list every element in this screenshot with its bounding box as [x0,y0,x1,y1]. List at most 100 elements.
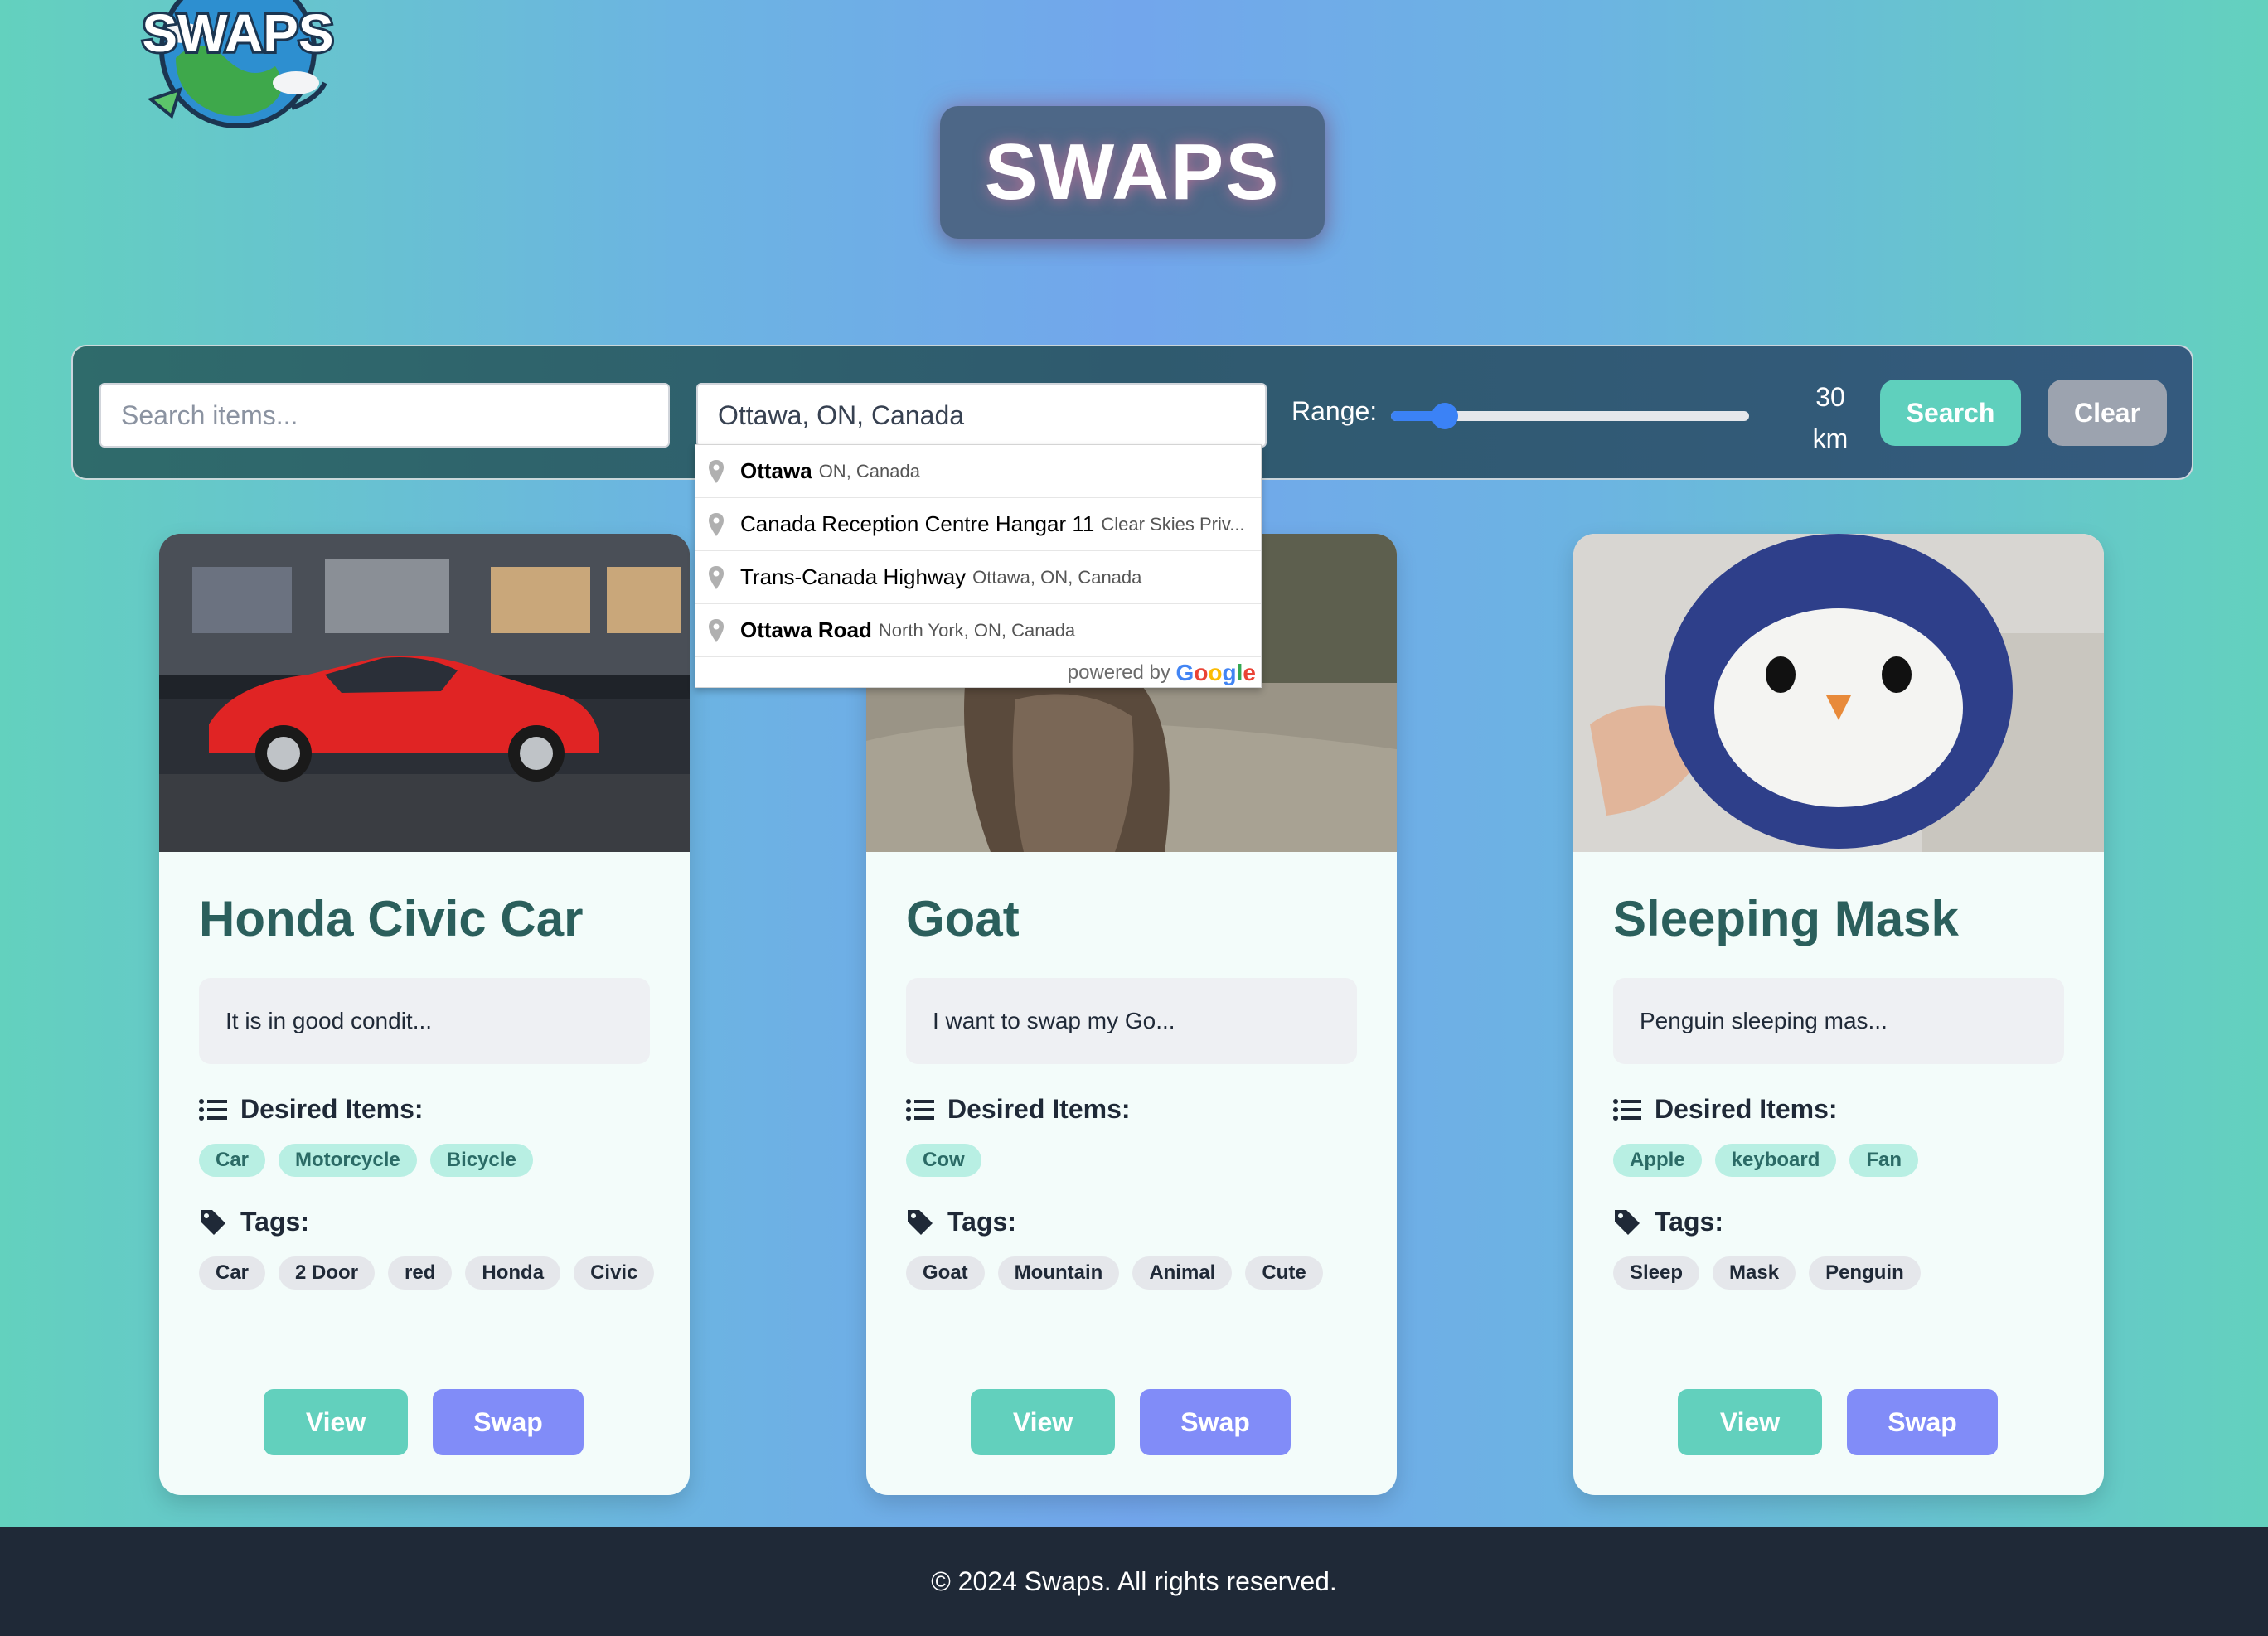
item-description-text: I want to swap my Go... [933,1008,1175,1033]
logo-text: SWAPS [142,3,333,63]
page-title: SWAPS [984,128,1281,216]
autocomplete-item-main: Trans-Canada Highway [740,564,967,589]
tags-label-text: Tags: [1655,1207,1723,1237]
range-value-display: 30 km [1797,376,1863,459]
search-items-input[interactable]: Search items... [99,383,670,448]
range-label: Range: [1292,396,1378,426]
tags-label: Tags: [906,1207,1016,1237]
footer-text: © 2024 Swaps. All rights reserved. [931,1566,1337,1596]
autocomplete-item-main: Ottawa Road [740,617,872,642]
range-unit: km [1812,424,1849,453]
tags-label-text: Tags: [240,1207,309,1237]
powered-by-google: powered by Google [695,657,1261,689]
tag-icon [1615,1209,1640,1235]
desired-item-chip: Cow [906,1144,981,1177]
item-title[interactable]: Honda Civic Car [199,890,583,947]
desired-item-chip: Motorcycle [279,1144,417,1177]
range-slider-thumb[interactable] [1431,403,1458,429]
desired-item-chip: Apple [1613,1144,1702,1177]
swaps-logo[interactable]: SWAPS [126,0,350,137]
list-icon [1613,1098,1641,1121]
tag-chip: Penguin [1809,1256,1921,1290]
autocomplete-item[interactable]: Trans-Canada Highway Ottawa, ON, Canada [695,551,1261,604]
location-input[interactable]: Ottawa, ON, Canada [696,383,1267,448]
tags-list: Sleep Mask Penguin [1613,1256,2077,1290]
tag-chip: Sleep [1613,1256,1700,1290]
tag-chip: Mask [1713,1256,1796,1290]
item-description: It is in good condit... [199,978,650,1064]
item-card: Sleeping Mask Penguin sleeping mas... De… [1573,534,2104,1495]
item-card: Honda Civic Car It is in good condit... … [159,534,690,1495]
list-icon [906,1098,934,1121]
desired-item-chip: Car [199,1144,266,1177]
desired-items-label: Desired Items: [199,1094,424,1125]
map-pin-icon [709,459,724,483]
autocomplete-item-secondary: Ottawa, ON, Canada [972,566,1142,588]
desired-items-label: Desired Items: [906,1094,1131,1125]
item-photo[interactable] [159,534,690,852]
desired-item-chip: Bicycle [429,1144,533,1177]
map-pin-icon [709,512,724,536]
desired-items-list: Apple keyboard Fan [1613,1144,2077,1177]
tag-chip: 2 Door [279,1256,376,1290]
tag-icon [201,1209,225,1235]
swap-button[interactable]: Swap [1140,1389,1291,1455]
location-value: Ottawa, ON, Canada [718,399,965,430]
car-photo [159,534,690,852]
view-button[interactable]: View [971,1389,1115,1455]
autocomplete-item-main: Canada Reception Centre Hangar 11 [740,511,1095,536]
desired-items-label-text: Desired Items: [947,1094,1131,1124]
google-logo: Google [1175,660,1256,685]
desired-item-chip: keyboard [1714,1144,1837,1177]
powered-by-text: powered by [1067,661,1170,684]
item-photo[interactable] [1573,534,2104,852]
desired-items-list: Car Motorcycle Bicycle [199,1144,663,1177]
item-description: I want to swap my Go... [906,978,1357,1064]
view-button[interactable]: View [264,1389,408,1455]
tag-chip: Cute [1245,1256,1323,1290]
autocomplete-item[interactable]: Ottawa Road North York, ON, Canada [695,604,1261,657]
tags-list: Car 2 Door red Honda Civic [199,1256,663,1290]
autocomplete-item-secondary: Clear Skies Priv... [1101,513,1245,535]
tag-chip: Civic [574,1256,655,1290]
tag-chip: Mountain [997,1256,1120,1290]
item-description-text: It is in good condit... [225,1008,433,1033]
autocomplete-item[interactable]: Canada Reception Centre Hangar 11 Clear … [695,498,1261,551]
search-items-placeholder: Search items... [121,399,298,430]
item-description: Penguin sleeping mas... [1613,978,2064,1064]
swap-button[interactable]: Swap [433,1389,584,1455]
tags-label: Tags: [199,1207,309,1237]
item-description-text: Penguin sleeping mas... [1640,1008,1888,1033]
range-slider[interactable] [1391,403,1749,429]
desired-items-label-text: Desired Items: [240,1094,424,1124]
tags-label: Tags: [1613,1207,1723,1237]
desired-items-list: Cow [906,1144,1370,1177]
tag-chip: Animal [1132,1256,1233,1290]
location-autocomplete-dropdown: Ottawa ON, Canada Canada Reception Centr… [695,444,1262,688]
range-value: 30 [1815,382,1845,412]
view-button[interactable]: View [1678,1389,1822,1455]
search-button[interactable]: Search [1880,380,2021,446]
tag-chip: Honda [465,1256,561,1290]
tag-icon [908,1209,933,1235]
desired-items-label: Desired Items: [1613,1094,1838,1125]
globe-logo-icon: SWAPS [139,0,337,128]
desired-item-chip: Fan [1849,1144,1919,1177]
tag-chip: Goat [906,1256,985,1290]
tag-chip: red [388,1256,453,1290]
item-title[interactable]: Sleeping Mask [1613,890,1959,947]
list-icon [199,1098,227,1121]
penguin-mask-photo [1573,534,2104,852]
swap-button[interactable]: Swap [1847,1389,1998,1455]
autocomplete-item-secondary: North York, ON, Canada [878,619,1076,641]
clear-button[interactable]: Clear [2048,380,2167,446]
tags-list: Goat Mountain Animal Cute [906,1256,1370,1290]
item-title[interactable]: Goat [906,890,1020,947]
autocomplete-item[interactable]: Ottawa ON, Canada [695,445,1261,498]
map-pin-icon [709,565,724,589]
map-pin-icon [709,618,724,642]
tags-label-text: Tags: [947,1207,1016,1237]
page-title-box: SWAPS [940,106,1325,239]
tag-chip: Car [199,1256,266,1290]
autocomplete-item-secondary: ON, Canada [818,460,920,482]
